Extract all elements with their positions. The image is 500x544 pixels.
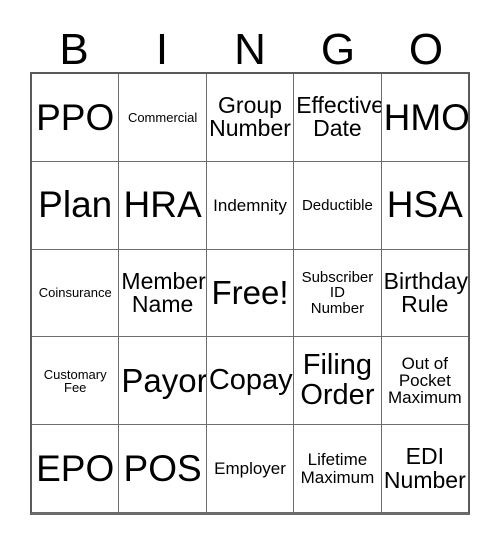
bingo-cell-label: Out of Pocket Maximum bbox=[387, 353, 462, 408]
bingo-cell[interactable]: Copay bbox=[207, 337, 295, 425]
bingo-cell[interactable]: Customary Fee bbox=[32, 337, 120, 425]
bingo-free-cell[interactable]: Free! bbox=[207, 249, 295, 337]
bingo-cell-label: POS bbox=[123, 447, 202, 489]
bingo-card: B I N G O PPO Commercial Group Number Ef… bbox=[0, 0, 500, 544]
bingo-cell[interactable]: Employer bbox=[207, 425, 295, 512]
bingo-free-label: Free! bbox=[211, 274, 289, 312]
bingo-cell-label: EPO bbox=[36, 447, 115, 489]
bingo-row: Coinsurance Member Name Free! Subscriber… bbox=[32, 249, 468, 338]
bingo-header: B I N G O bbox=[30, 14, 470, 72]
bingo-cell-label: Coinsurance bbox=[38, 285, 112, 301]
bingo-cell-label: Indemnity bbox=[213, 195, 287, 215]
bingo-cell-label: Copay bbox=[208, 364, 293, 396]
bingo-cell-label: Effective Date bbox=[296, 91, 382, 142]
bingo-cell[interactable]: HRA bbox=[119, 161, 207, 249]
bingo-cell-label: Subscriber ID Number bbox=[301, 269, 374, 317]
bingo-cell-label: Employer bbox=[214, 458, 286, 478]
bingo-cell-label: Plan bbox=[38, 184, 113, 226]
bingo-cell[interactable]: Payor bbox=[119, 337, 207, 425]
header-letter-o: O bbox=[408, 25, 444, 74]
bingo-cell[interactable]: PPO bbox=[32, 74, 120, 161]
bingo-cell[interactable]: EPO bbox=[32, 425, 120, 512]
header-letter-n: N bbox=[234, 25, 266, 74]
header-cell-i: I bbox=[118, 14, 206, 72]
header-cell-g: G bbox=[294, 14, 382, 72]
bingo-row: PPO Commercial Group Number Effective Da… bbox=[32, 74, 468, 162]
bingo-cell-label: Member Name bbox=[121, 267, 206, 317]
bingo-row: Plan HRA Indemnity Deductible HSA bbox=[32, 161, 468, 250]
bingo-cell[interactable]: Lifetime Maximum bbox=[294, 425, 382, 512]
bingo-cell-label: Commercial bbox=[127, 109, 198, 125]
bingo-cell[interactable]: Plan bbox=[32, 161, 120, 249]
bingo-cell[interactable]: Effective Date bbox=[294, 74, 382, 161]
header-cell-b: B bbox=[30, 14, 118, 72]
bingo-cell-label: HRA bbox=[123, 184, 202, 226]
header-letter-b: B bbox=[59, 25, 89, 74]
bingo-cell-label: Group Number bbox=[209, 91, 291, 142]
bingo-cell-label: EDI Number bbox=[383, 443, 466, 493]
bingo-cell[interactable]: Filing Order bbox=[294, 337, 382, 425]
bingo-cell[interactable]: Birthday Rule bbox=[382, 250, 468, 337]
bingo-cell-label: Customary Fee bbox=[43, 366, 107, 395]
bingo-cell[interactable]: POS bbox=[119, 425, 207, 512]
bingo-cell-label: PPO bbox=[36, 96, 115, 138]
bingo-cell[interactable]: Commercial bbox=[119, 74, 207, 161]
bingo-cell-label: Lifetime Maximum bbox=[300, 450, 375, 487]
header-letter-i: I bbox=[155, 25, 169, 74]
header-cell-n: N bbox=[206, 14, 294, 72]
bingo-row: EPO POS Employer Lifetime Maximum EDI Nu… bbox=[32, 425, 468, 512]
bingo-cell[interactable]: HSA bbox=[382, 162, 468, 249]
bingo-cell[interactable]: Subscriber ID Number bbox=[294, 249, 382, 337]
bingo-cell[interactable]: EDI Number bbox=[382, 425, 468, 512]
bingo-grid: PPO Commercial Group Number Effective Da… bbox=[30, 72, 470, 515]
header-letter-g: G bbox=[320, 25, 356, 74]
bingo-cell-label: Filing Order bbox=[300, 349, 375, 411]
bingo-cell-label: Deductible bbox=[301, 196, 373, 214]
bingo-cell-label: Birthday Rule bbox=[383, 267, 468, 317]
bingo-cell-label: HSA bbox=[386, 184, 463, 226]
bingo-cell[interactable]: Indemnity bbox=[207, 161, 295, 249]
bingo-cell[interactable]: Out of Pocket Maximum bbox=[382, 337, 468, 424]
bingo-cell[interactable]: Deductible bbox=[294, 161, 382, 249]
bingo-cell-label: Payor bbox=[121, 361, 207, 399]
header-cell-o: O bbox=[382, 14, 470, 72]
bingo-row: Customary Fee Payor Copay Filing Order O… bbox=[32, 337, 468, 426]
bingo-cell[interactable]: Group Number bbox=[207, 74, 295, 161]
bingo-cell-label: HMO bbox=[383, 96, 469, 138]
bingo-cell[interactable]: Member Name bbox=[119, 249, 207, 337]
bingo-cell[interactable]: HMO bbox=[382, 74, 468, 161]
bingo-cell[interactable]: Coinsurance bbox=[32, 249, 120, 337]
